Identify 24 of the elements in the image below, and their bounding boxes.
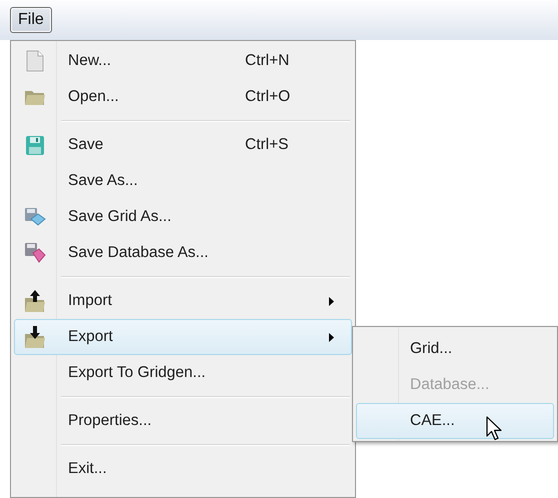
folder-icon (24, 88, 46, 106)
menu-item[interactable]: New... Ctrl+N (14, 43, 352, 79)
menu-item[interactable]: Save Database As... (14, 235, 352, 271)
menu-item[interactable]: Exit... (14, 451, 352, 487)
folder-upload-icon (24, 289, 46, 313)
menu-bar-item[interactable]: File (10, 7, 52, 33)
menu-item[interactable]: Save As... (14, 163, 352, 199)
menu-item[interactable]: Export To Gridgen... (14, 355, 352, 391)
menu-item[interactable]: Export (14, 319, 352, 355)
menu-item[interactable]: Import (14, 283, 352, 319)
shortcut-label: Ctrl+S (245, 136, 290, 154)
mouse-pointer-icon (486, 416, 502, 442)
shortcut-label: Ctrl+O (245, 88, 292, 106)
menu-item[interactable]: Grid... (356, 331, 554, 367)
menu-item[interactable]: Open... Ctrl+O (14, 79, 352, 115)
menu-item[interactable]: Save Grid As... (14, 199, 352, 235)
folder-download-icon (24, 325, 46, 349)
menu-item[interactable]: CAE... (356, 403, 554, 439)
floppy-disk-icon (24, 242, 46, 264)
document-icon (26, 50, 44, 72)
menu-item[interactable]: Save Ctrl+S (14, 127, 352, 163)
floppy-disk-icon (24, 207, 46, 227)
shortcut-label: Ctrl+N (245, 52, 290, 70)
menu-item[interactable]: Properties... (14, 403, 352, 439)
